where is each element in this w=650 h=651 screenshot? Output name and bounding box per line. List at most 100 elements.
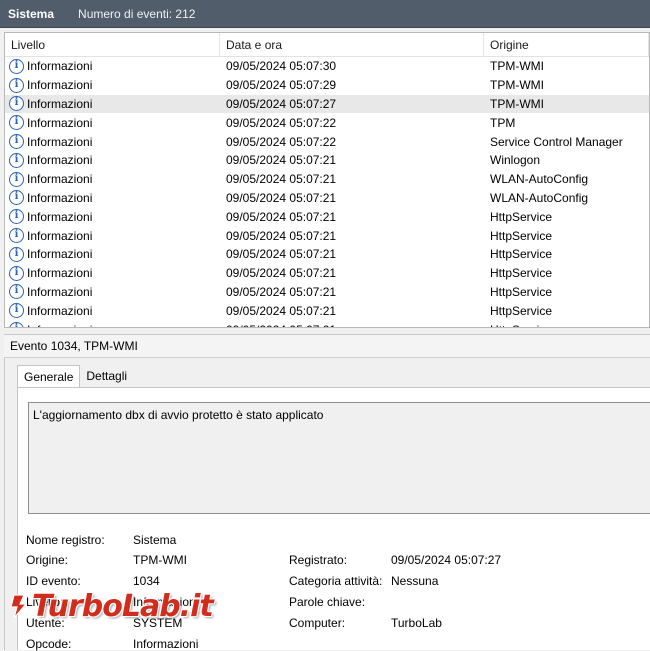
- event-row[interactable]: i Informazioni 09/05/2024 05:07:29 TPM-WMI: [5, 76, 649, 95]
- event-level-cell: iInformazioni: [5, 265, 220, 281]
- event-level-cell: iInformazioni: [5, 134, 220, 150]
- event-row[interactable]: iInformazioni09/05/2024 05:07:21HttpServ…: [5, 245, 649, 264]
- event-row[interactable]: i Informazioni 09/05/2024 05:07:27 TPM-WMI: [5, 94, 649, 114]
- log-titlebar: Sistema Numero di eventi: 212: [0, 0, 650, 28]
- user-value: SYSTEM: [133, 616, 183, 630]
- event-level-cell: iInformazioni: [5, 284, 220, 300]
- event-datetime: 09/05/2024 05:07:21: [226, 266, 337, 281]
- event-level: Informazioni: [27, 284, 93, 299]
- event-source: HttpService: [490, 228, 553, 243]
- event-source: HttpService: [490, 303, 553, 318]
- info-icon: i: [9, 265, 24, 281]
- event-datetime: 09/05/2024 05:07:21: [226, 284, 337, 299]
- event-list-header: Livello Data e ora Origine: [5, 33, 649, 57]
- event-datetime: 09/05/2024 05:07:21: [220, 323, 484, 327]
- event-datetime: 09/05/2024 05:07:21: [226, 228, 337, 243]
- event-list[interactable]: Livello Data e ora Origine i Informazioni…: [4, 32, 650, 328]
- event-source: Winlogon: [490, 153, 541, 168]
- event-row[interactable]: i Informazioni 09/05/2024 05:07:22 Service …: [5, 132, 649, 151]
- info-icon: i: [9, 303, 24, 319]
- log-name-label: Nome registro:: [26, 533, 105, 547]
- column-header-datetime[interactable]: Data e ora: [220, 33, 484, 56]
- event-row[interactable]: i Informazioni 09/05/2024 05:07:21 Winlogon: [5, 151, 649, 170]
- event-level-cell: iInformazioni: [5, 171, 220, 187]
- event-level-cell: iInformazioni: [5, 77, 220, 93]
- event-row[interactable]: i Informazioni 09/05/2024 05:07:21 WLAN-Aut…: [5, 170, 649, 189]
- event-level-cell: iInformazioni: [5, 58, 220, 74]
- source-value: TPM-WMI: [133, 553, 187, 567]
- column-header-level[interactable]: Livello: [5, 33, 220, 56]
- event-level: Informazioni: [27, 323, 92, 327]
- event-count: Numero di eventi: 212: [78, 6, 196, 21]
- event-level: Informazioni: [27, 134, 93, 149]
- source-label: Origine:: [26, 553, 69, 567]
- opcode-label: Opcode:: [26, 637, 72, 651]
- event-row[interactable]: iInformazioni 09/05/2024 05:07:21 HttpServ…: [5, 283, 649, 302]
- info-icon: i: [9, 58, 24, 74]
- event-datetime: 09/05/2024 05:07:21: [226, 190, 337, 205]
- log-name: Sistema: [8, 6, 55, 21]
- event-row[interactable]: i Informazioni 09/05/2024 05:07:30 TPM-WMI: [5, 57, 649, 76]
- tab-details[interactable]: Dettagli: [80, 365, 133, 387]
- event-row[interactable]: i Informazioni 09/05/2024 05:07:21 WLAN-Aut…: [5, 189, 649, 208]
- event-detail-title: Evento 1034, TPM-WMI: [4, 334, 650, 358]
- task-category-value: Nessuna: [391, 574, 439, 588]
- info-icon: i: [9, 228, 24, 244]
- level-value: Informazioni: [133, 595, 199, 609]
- event-datetime: 09/05/2024 05:07:29: [226, 78, 337, 93]
- event-level: Informazioni: [27, 228, 93, 243]
- info-icon: i: [9, 77, 24, 93]
- event-source: HttpService: [490, 284, 553, 299]
- column-header-source[interactable]: Origine: [484, 33, 649, 56]
- event-row[interactable]: iInformazioni 09/05/2024 05:07:21 HttpServ…: [5, 226, 649, 245]
- event-level: Informazioni: [27, 153, 93, 168]
- info-icon: i: [9, 115, 24, 131]
- info-icon: i: [9, 246, 24, 262]
- logged-label: Registrato:: [289, 553, 348, 567]
- info-icon: i: [9, 190, 24, 206]
- event-row[interactable]: i Informazioni 09/05/2024 05:07:22 TPM: [5, 113, 649, 132]
- event-level: Informazioni: [27, 59, 93, 74]
- event-level: Informazioni: [27, 115, 93, 130]
- event-rows: i Informazioni 09/05/2024 05:07:30 TPM-WMI i…: [5, 57, 649, 327]
- event-source: TPM: [490, 115, 516, 130]
- event-datetime: 09/05/2024 05:07:22: [226, 115, 337, 130]
- event-level-cell: iInformazioni: [5, 209, 220, 225]
- logged-value: 09/05/2024 05:07:27: [391, 553, 502, 567]
- event-row[interactable]: iInformazioni09/05/2024 05:07:21HttpServ…: [5, 301, 649, 320]
- event-level-cell: iInformazioni: [5, 303, 220, 319]
- event-level: Informazioni: [27, 172, 93, 187]
- event-level-cell: iInformazioni: [5, 96, 220, 112]
- info-icon: i: [9, 134, 24, 150]
- level-label: Livello:: [26, 595, 64, 609]
- opcode-value: Informazioni: [133, 637, 199, 651]
- event-level-cell: iInformazioni: [5, 115, 220, 131]
- info-icon: i: [9, 171, 24, 187]
- tab-general[interactable]: Generale: [17, 365, 81, 388]
- detail-tabs: Generale Dettagli: [17, 365, 133, 388]
- event-source: HttpService: [490, 247, 553, 262]
- info-icon: i: [9, 96, 24, 112]
- event-level: Informazioni: [27, 247, 93, 262]
- event-datetime: 09/05/2024 05:07:21: [226, 153, 337, 168]
- event-source: TPM-WMI: [490, 96, 544, 111]
- event-level: Informazioni: [27, 96, 93, 111]
- event-id-label: ID evento:: [26, 574, 81, 588]
- event-datetime: 09/05/2024 05:07:21: [226, 172, 337, 187]
- event-level-cell: iInformazioni: [5, 246, 220, 262]
- task-category-label: Categoria attività:: [289, 574, 383, 588]
- event-datetime: 09/05/2024 05:07:21: [226, 209, 337, 224]
- event-row[interactable]: iInformazioni 09/05/2024 05:07:21HttpServ…: [5, 320, 649, 327]
- event-level-cell: iInformazioni: [5, 152, 220, 168]
- event-row[interactable]: iInformazioni09/05/2024 05:07:21HttpServ…: [5, 264, 649, 283]
- info-icon: i: [9, 322, 24, 327]
- event-description[interactable]: L'aggiornamento dbx di avvio protetto è …: [28, 402, 650, 514]
- event-level: Informazioni: [27, 266, 93, 281]
- event-level-cell: iInformazioni: [5, 228, 220, 244]
- event-row[interactable]: iInformazioni09/05/2024 05:07:21HttpServ…: [5, 207, 649, 226]
- event-datetime: 09/05/2024 05:07:22: [226, 134, 337, 149]
- event-source: TPM-WMI: [490, 78, 544, 93]
- event-level: Informazioni: [27, 190, 93, 205]
- event-source: WLAN-AutoConfig: [490, 190, 589, 205]
- event-source: HttpService: [484, 323, 649, 327]
